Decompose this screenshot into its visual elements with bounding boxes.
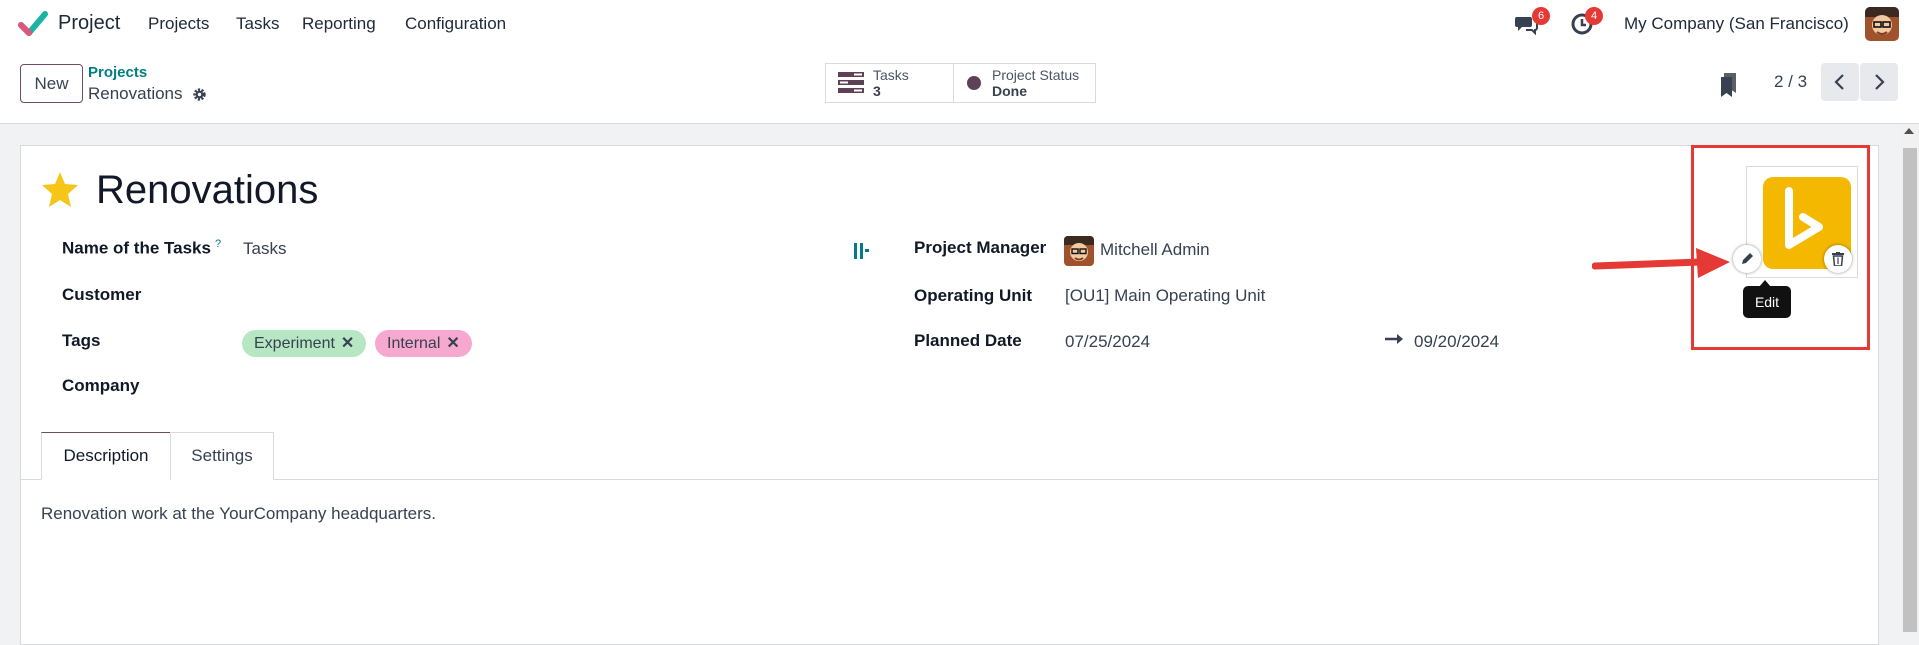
name-of-tasks-label-text: Name of the Tasks <box>62 238 211 258</box>
dot-icon <box>967 76 981 90</box>
form-sheet: Renovations Name of the Tasks? Tasks Cus… <box>20 145 1879 645</box>
project-status-smart-button[interactable]: Project Status Done <box>953 63 1096 103</box>
tab-description[interactable]: Description <box>41 432 171 480</box>
project-check-icon[interactable] <box>18 9 48 39</box>
arrow-right-icon <box>1385 334 1403 344</box>
close-icon[interactable]: ✕ <box>446 335 459 352</box>
activities-badge: 4 <box>1585 7 1603 25</box>
top-navbar: Project Projects Tasks Reporting Configu… <box>0 0 1919 48</box>
pager-previous-button[interactable] <box>1821 63 1859 101</box>
messages-badge: 6 <box>1532 7 1550 25</box>
tag-experiment-label: Experiment <box>254 335 335 352</box>
smart-status-label: Project Status <box>992 67 1080 83</box>
customer-label: Customer <box>62 285 142 304</box>
operating-unit-field[interactable]: [OU1] Main Operating Unit <box>1065 286 1265 306</box>
new-button[interactable]: New <box>20 64 83 103</box>
planned-date-end-field[interactable]: 09/20/2024 <box>1414 332 1499 352</box>
help-tooltip-icon[interactable]: ? <box>215 238 221 250</box>
project-manager-label: Project Manager <box>914 238 1047 257</box>
scroll-up-arrow[interactable] <box>1904 128 1914 134</box>
description-text[interactable]: Renovation work at the YourCompany headq… <box>41 504 436 524</box>
pager-next-button[interactable] <box>1860 63 1898 101</box>
menu-projects[interactable]: Projects <box>148 14 209 34</box>
tag-experiment[interactable]: Experiment ✕ <box>242 330 367 357</box>
tag-internal[interactable]: Internal ✕ <box>375 330 472 357</box>
breadcrumb-current: Renovations <box>88 84 183 103</box>
planned-date-label: Planned Date <box>914 331 1022 350</box>
pager-value[interactable]: 2 / 3 <box>1774 72 1807 92</box>
planned-date-start-field[interactable]: 07/25/2024 <box>1065 332 1150 352</box>
project-manager-field[interactable]: Mitchell Admin <box>1100 240 1210 260</box>
close-icon[interactable]: ✕ <box>341 335 354 352</box>
page-title[interactable]: Renovations <box>96 168 318 213</box>
company-switcher[interactable]: My Company (San Francisco) <box>1624 14 1849 34</box>
control-panel: New Projects Renovations Tasks 3 Project… <box>0 48 1919 124</box>
tab-settings[interactable]: Settings <box>170 432 274 480</box>
split-view-icon[interactable] <box>853 241 871 261</box>
chevron-right-icon <box>1875 74 1885 90</box>
operating-unit-label: Operating Unit <box>914 286 1033 305</box>
annotation-arrow-icon <box>1592 248 1730 278</box>
name-of-tasks-label: Name of the Tasks? <box>62 238 221 259</box>
tabs-divider-left <box>21 479 41 480</box>
breadcrumb-parent[interactable]: Projects <box>88 64 147 81</box>
tags-label: Tags <box>62 331 101 350</box>
bookmark-icon[interactable] <box>1720 73 1738 97</box>
list-icon <box>838 72 864 93</box>
menu-configuration[interactable]: Configuration <box>405 14 506 34</box>
chevron-left-icon <box>1834 74 1844 90</box>
tabs-divider <box>274 479 1878 480</box>
menu-reporting[interactable]: Reporting <box>302 14 376 34</box>
name-of-tasks-field[interactable]: Tasks <box>243 239 286 259</box>
scrollbar-thumb[interactable] <box>1903 148 1917 632</box>
smart-tasks-label: Tasks <box>873 67 909 83</box>
gear-icon[interactable] <box>191 86 208 103</box>
star-icon[interactable] <box>40 170 80 210</box>
menu-tasks[interactable]: Tasks <box>236 14 279 34</box>
tasks-smart-button[interactable]: Tasks 3 <box>825 63 954 103</box>
app-name[interactable]: Project <box>58 12 120 35</box>
user-avatar[interactable] <box>1865 7 1899 41</box>
company-label: Company <box>62 376 140 395</box>
smart-tasks-value: 3 <box>873 83 881 99</box>
smart-status-value: Done <box>992 83 1027 99</box>
avatar <box>1064 236 1094 266</box>
tag-internal-label: Internal <box>387 335 441 352</box>
